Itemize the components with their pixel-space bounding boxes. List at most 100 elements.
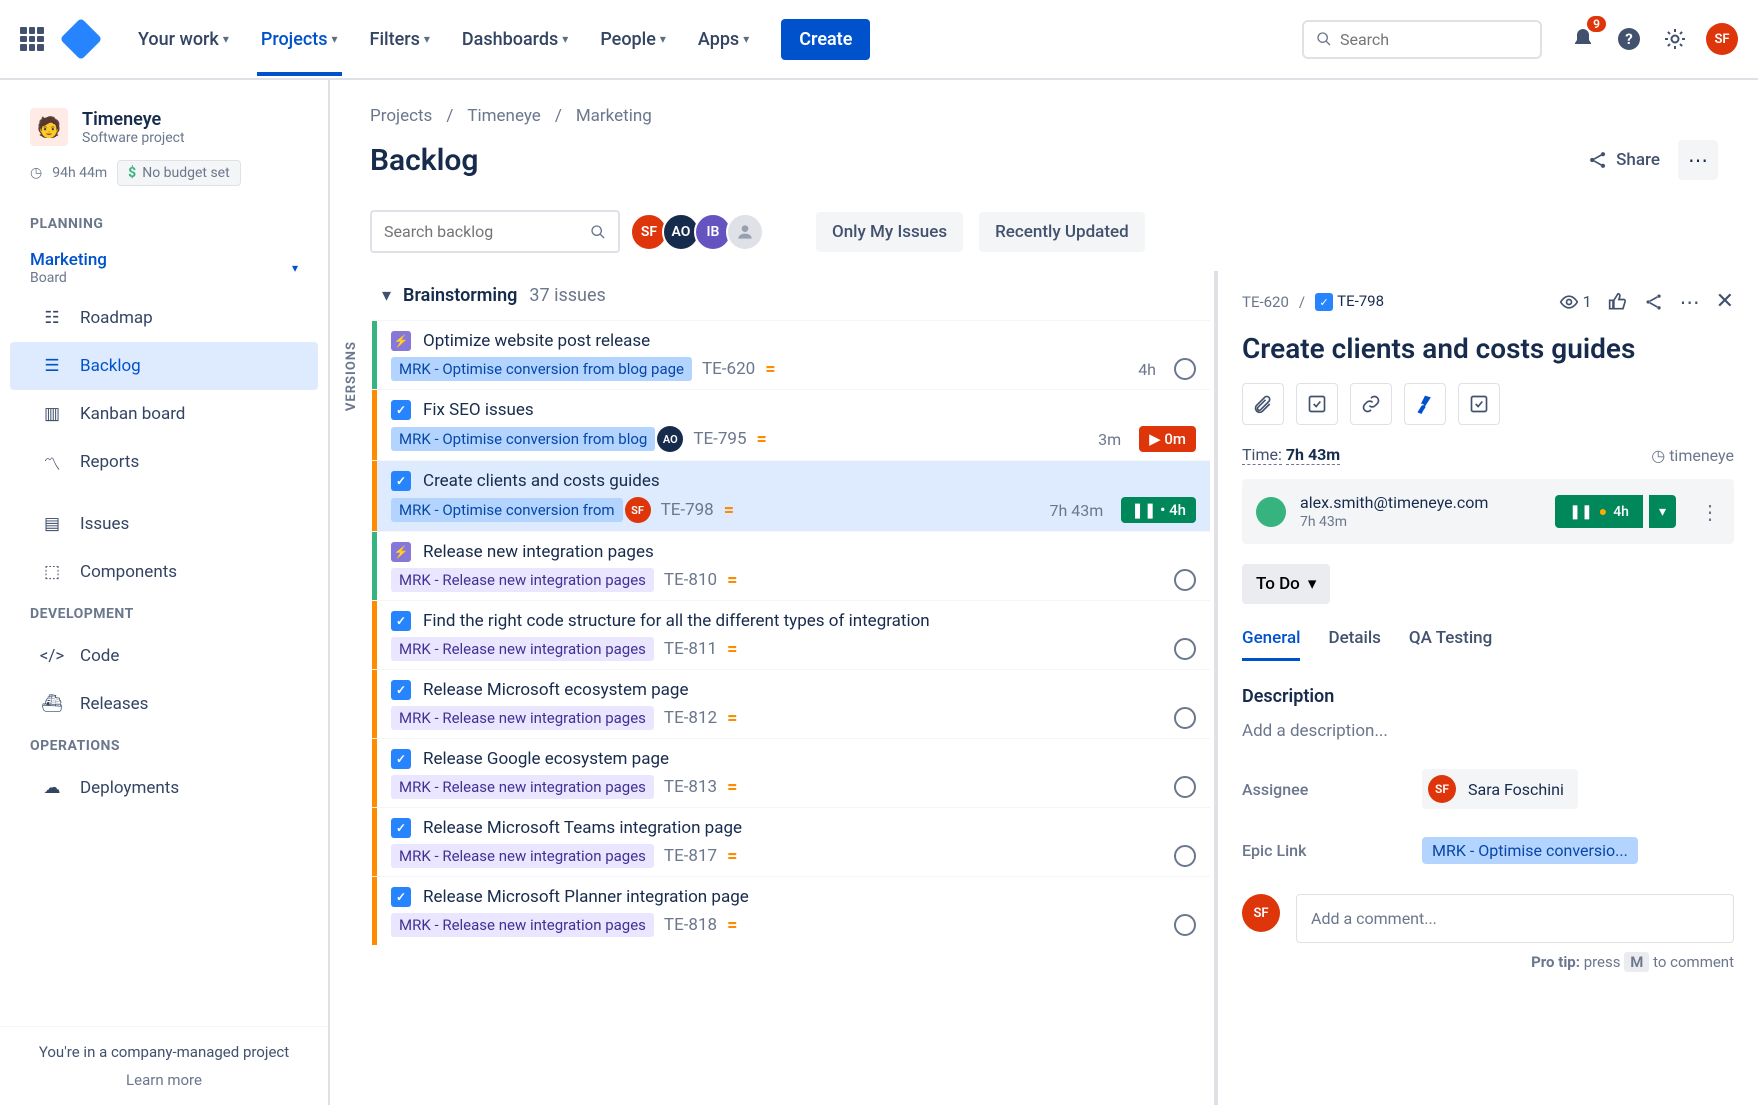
- issue-title[interactable]: Create clients and costs guides: [1242, 332, 1734, 365]
- entry-more-icon[interactable]: ⋮: [1700, 500, 1720, 524]
- assignee-field[interactable]: SF Sara Foschini: [1422, 769, 1578, 809]
- thumbs-up-icon: [1608, 292, 1628, 312]
- pause-icon: ❚❚: [1569, 504, 1592, 520]
- tab-details[interactable]: Details: [1328, 628, 1380, 661]
- nav-people[interactable]: People▾: [596, 3, 670, 76]
- filter-recently-updated[interactable]: Recently Updated: [979, 212, 1145, 252]
- issue-row[interactable]: ⚡Optimize website post releaseMRK - Opti…: [372, 320, 1210, 389]
- share-button[interactable]: Share: [1588, 150, 1660, 170]
- sidebar-reports[interactable]: 〽Reports: [10, 438, 318, 486]
- checklist-button[interactable]: [1458, 383, 1500, 425]
- epic-link-field[interactable]: MRK - Optimise conversio...: [1422, 837, 1638, 864]
- epic-tag[interactable]: MRK - Release new integration pages: [391, 913, 654, 937]
- timeneye-brand[interactable]: ◷timeneye: [1651, 446, 1734, 465]
- timer-paused[interactable]: ❚❚ • 4h: [1121, 497, 1196, 523]
- timer-dropdown[interactable]: ▾: [1649, 495, 1676, 528]
- share-button[interactable]: [1644, 292, 1664, 312]
- nav-your-work[interactable]: Your work▾: [134, 3, 233, 76]
- project-header[interactable]: 🧑 Timeneye Software project: [0, 108, 328, 146]
- epic-tag[interactable]: MRK - Release new integration pages: [391, 844, 654, 868]
- sidebar-releases[interactable]: ⛴Releases: [10, 680, 318, 728]
- issue-row[interactable]: ✓Fix SEO issuesMRK - Optimise conversion…: [372, 389, 1210, 460]
- comment-input[interactable]: Add a comment...: [1296, 894, 1734, 943]
- breadcrumb-item[interactable]: Timeneye: [467, 106, 540, 126]
- description-input[interactable]: Add a description...: [1242, 721, 1734, 741]
- notifications-icon[interactable]: 9: [1568, 24, 1598, 54]
- sidebar-backlog[interactable]: ☰Backlog: [10, 342, 318, 390]
- close-button[interactable]: ✕: [1716, 289, 1734, 314]
- nav-apps[interactable]: Apps▾: [694, 3, 753, 76]
- timer-icon[interactable]: [1174, 845, 1196, 867]
- sidebar-code[interactable]: </>Code: [10, 632, 318, 680]
- filter-only-my-issues[interactable]: Only My Issues: [816, 212, 963, 252]
- nav-filters[interactable]: Filters▾: [366, 3, 434, 76]
- backlog-section-header[interactable]: ▾ Brainstorming 37 issues: [372, 271, 1210, 320]
- avatar-unassigned[interactable]: [726, 213, 764, 251]
- tab-qa[interactable]: QA Testing: [1409, 628, 1492, 661]
- time-entry-row: alex.smith@timeneye.com 7h 43m ❚❚●4h ▾ ⋮: [1242, 479, 1734, 544]
- link-button[interactable]: [1350, 383, 1392, 425]
- subtask-button[interactable]: [1296, 383, 1338, 425]
- timer-icon[interactable]: [1174, 776, 1196, 798]
- epic-tag[interactable]: MRK - Optimise conversion from: [391, 498, 623, 522]
- issue-row[interactable]: ✓Release Google ecosystem pageMRK - Rele…: [372, 738, 1210, 807]
- profile-avatar[interactable]: SF: [1706, 23, 1738, 55]
- board-selector[interactable]: MarketingBoard ▾: [0, 242, 328, 294]
- more-icon[interactable]: ⋯: [1680, 290, 1700, 314]
- app-switcher-icon[interactable]: [20, 27, 44, 51]
- jira-logo-icon[interactable]: [60, 18, 102, 60]
- nav-projects[interactable]: Projects▾: [257, 3, 342, 76]
- issue-row[interactable]: ✓Release Microsoft Planner integration p…: [372, 876, 1210, 945]
- sidebar-deployments[interactable]: ☁Deployments: [10, 764, 318, 812]
- sidebar-components[interactable]: ⬚Components: [10, 548, 318, 596]
- priority-icon: =: [727, 915, 737, 936]
- epic-tag[interactable]: MRK - Release new integration pages: [391, 568, 654, 592]
- issue-summary: Release Microsoft ecosystem page: [423, 680, 688, 700]
- issue-row[interactable]: ⚡Release new integration pagesMRK - Rele…: [372, 531, 1210, 600]
- epic-tag[interactable]: MRK - Optimise conversion from blog page: [391, 357, 692, 381]
- breadcrumb-item[interactable]: Marketing: [576, 106, 652, 126]
- search-icon: [590, 223, 606, 241]
- breadcrumb-item[interactable]: Projects: [370, 106, 432, 126]
- timer-running[interactable]: ▶ 0m: [1139, 426, 1196, 452]
- tab-general[interactable]: General: [1242, 628, 1300, 661]
- global-search-input[interactable]: [1340, 30, 1528, 49]
- parent-link[interactable]: TE-620: [1242, 293, 1289, 311]
- sidebar-roadmap[interactable]: ☷Roadmap: [10, 294, 318, 342]
- issue-row[interactable]: ✓Release Microsoft Teams integration pag…: [372, 807, 1210, 876]
- global-search[interactable]: [1302, 20, 1542, 59]
- epic-tag[interactable]: MRK - Release new integration pages: [391, 706, 654, 730]
- epic-tag[interactable]: MRK - Optimise conversion from blog: [391, 427, 655, 451]
- timer-icon[interactable]: [1174, 914, 1196, 936]
- sidebar-kanban[interactable]: ▥Kanban board: [10, 390, 318, 438]
- settings-icon[interactable]: [1660, 24, 1690, 54]
- sidebar-issues[interactable]: ▤Issues: [10, 500, 318, 548]
- timer-icon[interactable]: [1174, 638, 1196, 660]
- issue-row[interactable]: ✓Release Microsoft ecosystem pageMRK - R…: [372, 669, 1210, 738]
- epic-tag[interactable]: MRK - Release new integration pages: [391, 775, 654, 799]
- more-actions-button[interactable]: ⋯: [1678, 140, 1718, 180]
- issue-row[interactable]: ✓Find the right code structure for all t…: [372, 600, 1210, 669]
- attach-button[interactable]: [1242, 383, 1284, 425]
- budget-pill[interactable]: $No budget set: [117, 160, 241, 186]
- timer-icon[interactable]: [1174, 569, 1196, 591]
- create-button[interactable]: Create: [781, 19, 870, 60]
- versions-panel-toggle[interactable]: VERSIONS: [330, 271, 372, 1105]
- confluence-button[interactable]: [1404, 383, 1446, 425]
- epic-tag[interactable]: MRK - Release new integration pages: [391, 637, 654, 661]
- help-icon[interactable]: ?: [1614, 24, 1644, 54]
- timer-icon[interactable]: [1174, 707, 1196, 729]
- like-button[interactable]: [1608, 292, 1628, 312]
- priority-icon: =: [727, 639, 737, 660]
- issue-row[interactable]: ✓Create clients and costs guidesMRK - Op…: [372, 460, 1210, 531]
- timer-button[interactable]: ❚❚●4h: [1555, 495, 1643, 528]
- issue-key-link[interactable]: ✓TE-798: [1315, 292, 1384, 312]
- status-dropdown[interactable]: To Do▾: [1242, 564, 1330, 604]
- watchers-button[interactable]: 1: [1559, 292, 1592, 312]
- backlog-search[interactable]: [370, 210, 620, 253]
- learn-more-link[interactable]: Learn more: [16, 1071, 312, 1089]
- timer-icon[interactable]: [1174, 358, 1196, 380]
- backlog-search-input[interactable]: [384, 222, 582, 241]
- issue-type-icon: ⚡: [391, 331, 411, 351]
- nav-dashboards[interactable]: Dashboards▾: [458, 3, 572, 76]
